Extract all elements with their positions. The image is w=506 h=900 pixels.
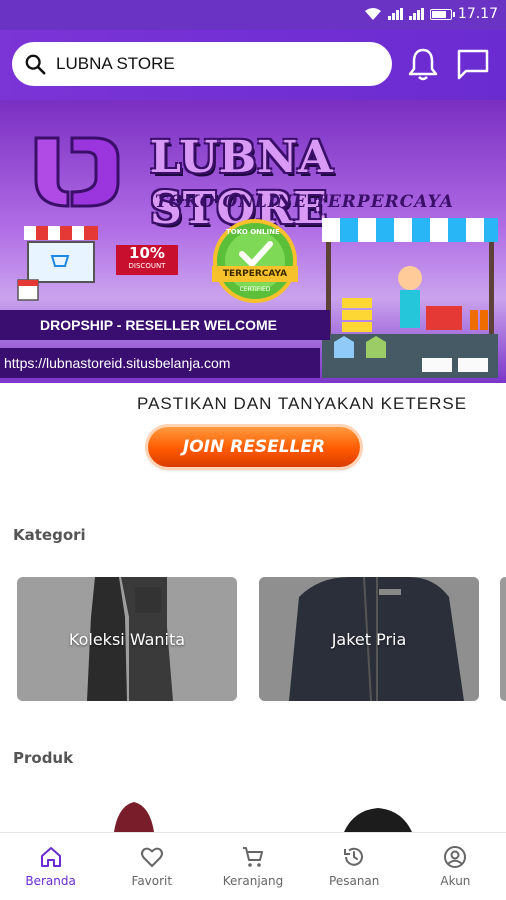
shop-stall-icon <box>17 226 98 301</box>
nav-label: Favorit <box>131 874 173 888</box>
chat-button[interactable] <box>455 46 491 82</box>
cart-icon <box>243 847 263 867</box>
nav-label: Keranjang <box>222 874 284 888</box>
status-time: 17.17 <box>457 6 498 22</box>
signal-icon-2 <box>408 8 424 20</box>
account-icon <box>444 846 467 868</box>
market-stall-icon <box>322 218 498 378</box>
category-card-jaket-pria[interactable]: Jaket Pria <box>259 577 479 701</box>
nav-pesanan[interactable]: Pesanan <box>304 833 405 900</box>
product-image-2[interactable] <box>338 802 418 832</box>
promo-banner[interactable]: LUBNA STORE TOKO ONLINE TERPERCAYA 10% D… <box>0 100 506 383</box>
home-icon <box>40 847 61 867</box>
heart-icon <box>140 847 163 867</box>
nav-akun[interactable]: Akun <box>405 833 506 900</box>
search-bar[interactable] <box>12 42 392 86</box>
nav-keranjang[interactable]: Keranjang <box>202 833 303 900</box>
store-logo-icon <box>34 136 120 208</box>
search-icon <box>25 54 46 75</box>
notification-button[interactable] <box>405 46 441 82</box>
category-card-more[interactable] <box>500 577 506 701</box>
banner-strip: DROPSHIP - RESELLER WELCOME <box>0 310 330 340</box>
battery-icon <box>429 8 455 20</box>
seal-ribbon-text: TERPERCAYA <box>222 269 288 279</box>
status-bar: 17.17 <box>0 0 506 30</box>
category-card-koleksi-wanita[interactable]: Koleksi Wanita <box>17 577 237 701</box>
discount-badge: 10% DISCOUNT <box>116 245 178 275</box>
discount-percent: 10% <box>129 244 165 262</box>
category-label: Jaket Pria <box>331 630 407 649</box>
nav-label: Beranda <box>25 874 76 888</box>
product-image-1[interactable] <box>104 802 164 832</box>
join-reseller-button[interactable]: JOIN RESELLER <box>148 427 360 467</box>
status-icons: 17.17 <box>364 6 498 22</box>
section-title-produk: Produk <box>13 749 74 767</box>
banner-url: https://lubnastoreid.situsbelanja.com <box>0 348 320 378</box>
chat-icon <box>457 49 489 80</box>
signal-icon <box>387 8 403 20</box>
nav-favorit[interactable]: Favorit <box>101 833 202 900</box>
wifi-icon <box>364 8 381 20</box>
app-bar <box>0 30 506 100</box>
seal-top-text: TOKO ONLINE <box>226 228 280 236</box>
category-label: Koleksi Wanita <box>68 630 186 649</box>
search-input[interactable] <box>56 54 356 74</box>
discount-label: DISCOUNT <box>128 262 166 270</box>
section-title-kategori: Kategori <box>13 526 86 544</box>
announcement-marquee: PASTIKAN DAN TANYAKAN KETERSE <box>137 394 468 413</box>
bottom-navigation: Beranda Favorit Keranjang Pesanan Akun <box>0 832 506 900</box>
trusted-seal: TOKO ONLINE TERPERCAYA CERTIFIED <box>212 218 298 304</box>
history-icon <box>344 847 364 866</box>
bell-icon <box>408 48 438 81</box>
nav-label: Pesanan <box>329 874 380 888</box>
banner-tagline: TOKO ONLINE TERPERCAYA <box>155 192 454 212</box>
seal-bottom-text: CERTIFIED <box>239 286 271 293</box>
nav-beranda[interactable]: Beranda <box>0 833 101 900</box>
nav-label: Akun <box>440 874 471 888</box>
